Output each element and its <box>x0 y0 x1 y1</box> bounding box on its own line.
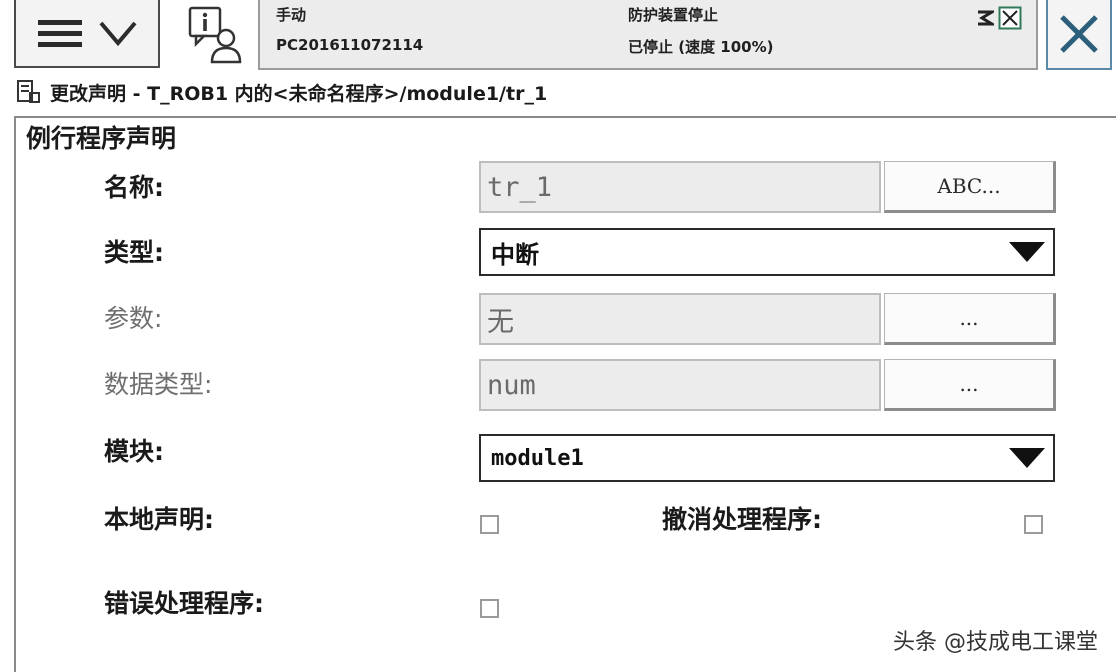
local-checkbox[interactable] <box>480 515 499 534</box>
checkbox-x-icon <box>998 6 1022 30</box>
type-value: 中断 <box>491 240 539 269</box>
type-label: 类型: <box>104 238 164 267</box>
hamburger-icon <box>38 20 82 47</box>
name-label: 名称: <box>104 173 164 202</box>
close-button[interactable] <box>1046 0 1112 70</box>
datatype-field: num <box>479 359 881 411</box>
module-label: 模块: <box>104 437 164 466</box>
program-editor-icon <box>17 80 40 103</box>
params-label: 参数: <box>104 304 163 333</box>
module-value: module1 <box>491 445 584 471</box>
status-panel[interactable]: 手动 PC201611072114 防护装置停止 已停止 (速度 100%) <box>258 0 1038 70</box>
motor-status-icon <box>978 10 994 26</box>
run-status: 已停止 (速度 100%) <box>628 38 774 56</box>
window-title: 更改声明 - T_ROB1 内的<未命名程序>/module1/tr_1 <box>16 78 547 106</box>
dropdown-arrow-icon <box>1009 242 1045 262</box>
watermark: 头条 @技成电工课堂 <box>893 630 1098 655</box>
local-label: 本地声明: <box>104 505 214 534</box>
main-menu-button[interactable] <box>14 0 160 68</box>
error-checkbox[interactable] <box>480 599 499 618</box>
type-dropdown[interactable]: 中断 <box>479 228 1055 276</box>
datatype-label: 数据类型: <box>104 370 213 399</box>
close-icon <box>1060 15 1098 53</box>
status-info-button[interactable] <box>178 0 250 70</box>
safety-status: 防护装置停止 <box>628 6 719 24</box>
params-field: 无 <box>479 293 881 345</box>
system-name: PC201611072114 <box>276 36 424 54</box>
top-bar: 手动 PC201611072114 防护装置停止 已停止 (速度 100%) <box>0 0 1116 75</box>
name-field: tr_1 <box>479 161 881 213</box>
name-edit-button[interactable]: ABC... <box>884 161 1056 213</box>
operating-mode: 手动 <box>276 6 307 24</box>
datatype-edit-button[interactable]: ... <box>884 359 1056 411</box>
undo-checkbox[interactable] <box>1024 515 1043 534</box>
undo-label: 撤消处理程序: <box>662 505 822 534</box>
module-dropdown[interactable]: module1 <box>479 434 1055 482</box>
title-text: 更改声明 - T_ROB1 内的<未命名程序>/module1/tr_1 <box>50 82 548 105</box>
dropdown-arrow-icon <box>1009 448 1045 468</box>
params-edit-button[interactable]: ... <box>884 293 1056 345</box>
section-title: 例行程序声明 <box>26 124 177 153</box>
status-indicators <box>976 6 1022 30</box>
chevron-down-icon <box>99 21 137 47</box>
error-label: 错误处理程序: <box>104 589 264 618</box>
info-person-icon <box>188 6 242 64</box>
